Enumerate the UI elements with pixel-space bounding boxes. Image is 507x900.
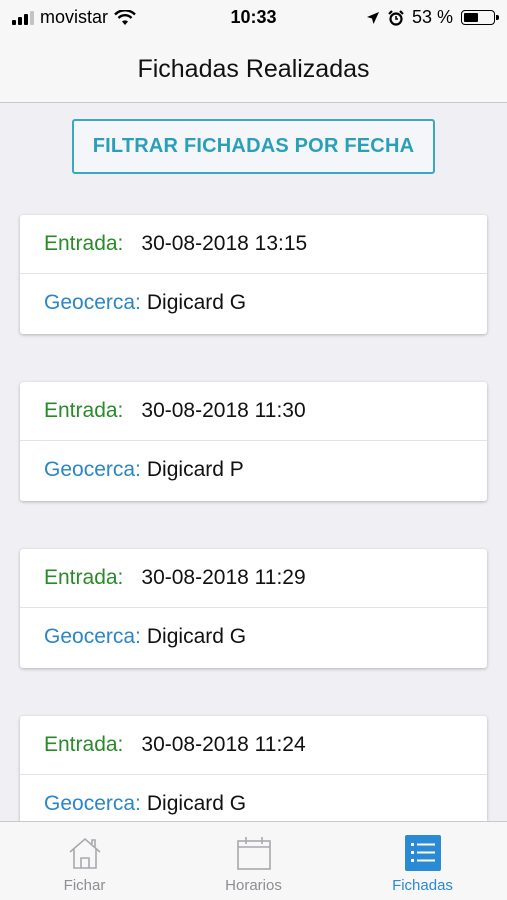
record-card[interactable]: Entrada: 30-08-2018 13:15 Geocerca: Digi…: [20, 215, 487, 334]
tab-label: Fichar: [63, 877, 106, 894]
geocerca-row: Geocerca: Digicard P: [20, 441, 487, 499]
record-card[interactable]: Entrada: 30-08-2018 11:24 Geocerca: Digi…: [20, 716, 487, 821]
filter-by-date-button[interactable]: FILTRAR FICHADAS POR FECHA: [72, 119, 435, 174]
geocerca-value: Digicard G: [146, 291, 247, 314]
tab-fichar[interactable]: Fichar: [0, 822, 169, 900]
battery-fill: [464, 13, 479, 22]
content-area[interactable]: FILTRAR FICHADAS POR FECHA Entrada: 30-0…: [0, 103, 507, 821]
geocerca-label: Geocerca:: [44, 792, 141, 815]
record-card[interactable]: Entrada: 30-08-2018 11:29 Geocerca: Digi…: [20, 549, 487, 668]
list-icon: [404, 835, 441, 871]
location-arrow-icon: [366, 11, 379, 24]
entrada-label: Entrada:: [44, 399, 124, 422]
entrada-value: 30-08-2018 11:24: [141, 733, 306, 756]
entrada-row: Entrada: 30-08-2018 11:29: [20, 549, 487, 608]
entrada-row: Entrada: 30-08-2018 13:15: [20, 215, 487, 274]
entrada-value: 30-08-2018 13:15: [141, 232, 308, 255]
tab-fichadas[interactable]: Fichadas: [338, 822, 507, 900]
entrada-value: 30-08-2018 11:29: [141, 566, 306, 589]
entrada-label: Entrada:: [44, 232, 124, 255]
battery-icon: [461, 10, 499, 25]
geocerca-row: Geocerca: Digicard G: [20, 775, 487, 821]
entrada-row: Entrada: 30-08-2018 11:24: [20, 716, 487, 775]
alarm-icon: [388, 9, 404, 26]
entrada-value: 30-08-2018 11:30: [141, 399, 306, 422]
nav-bar: Fichadas Realizadas: [0, 36, 507, 103]
record-card[interactable]: Entrada: 30-08-2018 11:30 Geocerca: Digi…: [20, 382, 487, 501]
geocerca-row: Geocerca: Digicard G: [20, 274, 487, 332]
geocerca-label: Geocerca:: [44, 458, 141, 481]
page-title: Fichadas Realizadas: [137, 54, 370, 83]
entrada-row: Entrada: 30-08-2018 11:30: [20, 382, 487, 441]
entrada-label: Entrada:: [44, 733, 124, 756]
geocerca-value: Digicard G: [146, 792, 247, 815]
tab-bar: Fichar Horarios Fichadas: [0, 821, 507, 900]
geocerca-value: Digicard P: [146, 458, 244, 481]
status-right: 53 %: [366, 7, 499, 28]
tab-label: Fichadas: [392, 877, 453, 894]
battery-percent: 53 %: [411, 7, 453, 27]
geocerca-label: Geocerca:: [44, 625, 141, 648]
home-icon: [68, 837, 101, 869]
calendar-icon: [236, 837, 271, 870]
geocerca-value: Digicard G: [146, 625, 247, 648]
tab-horarios[interactable]: Horarios: [169, 822, 338, 900]
entrada-label: Entrada:: [44, 566, 124, 589]
tab-label: Horarios: [225, 877, 282, 894]
geocerca-label: Geocerca:: [44, 291, 141, 314]
geocerca-row: Geocerca: Digicard G: [20, 608, 487, 666]
status-bar: movistar 10:33 53 %: [0, 0, 507, 36]
